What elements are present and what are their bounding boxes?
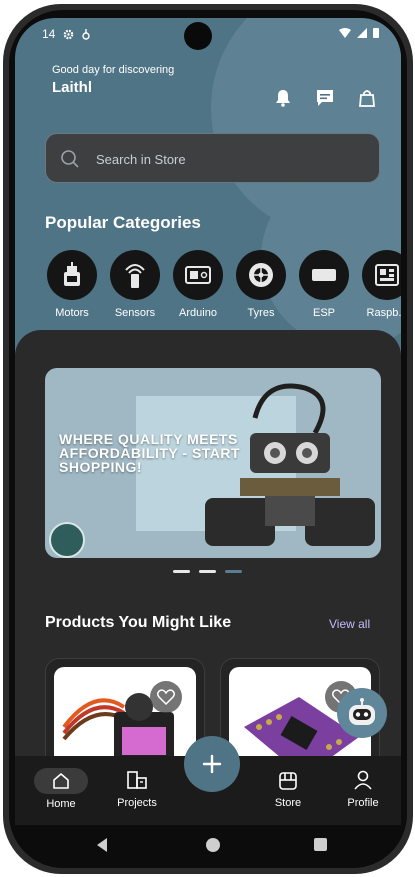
chat-icon[interactable]: [315, 88, 335, 108]
category-tyres[interactable]: Tyres: [234, 250, 288, 319]
search-bar[interactable]: [45, 133, 380, 183]
store-icon: [258, 768, 318, 792]
assistant-bot-button[interactable]: [337, 688, 387, 738]
nav-label: Store: [274, 797, 302, 809]
category-label: Motors: [55, 307, 89, 319]
status-time: 14: [42, 27, 56, 41]
status-right: [339, 27, 379, 38]
heart-icon: [157, 689, 175, 705]
category-sensors[interactable]: Sensors: [108, 250, 162, 319]
favorite-button[interactable]: [150, 681, 182, 713]
category-esp[interactable]: ESP: [297, 250, 351, 319]
signal-icon: [357, 27, 367, 38]
back-icon[interactable]: [97, 838, 107, 852]
banner-headline: WHERE QUALITY MEETS AFFORDABILITY - STAR…: [59, 431, 241, 475]
system-nav-bar: [15, 825, 401, 865]
recent-apps-icon[interactable]: [314, 838, 327, 851]
nav-active-indicator: [34, 768, 88, 794]
app-screen: 14 Good day for discovering Laithl Popul…: [15, 18, 401, 825]
raspberry-board-icon: [362, 250, 401, 300]
promo-banner[interactable]: WHERE QUALITY MEETS AFFORDABILITY - STAR…: [45, 368, 381, 558]
sensor-icon: [110, 250, 160, 300]
carousel-dot[interactable]: [199, 570, 216, 573]
projects-icon: [107, 768, 167, 792]
category-label: ESP: [312, 307, 335, 319]
status-left: 14: [42, 27, 91, 41]
nav-label: Profile: [347, 797, 379, 809]
search-icon: [61, 150, 79, 168]
category-label: Tyres: [247, 307, 275, 319]
category-motors[interactable]: Motors: [45, 250, 99, 319]
nav-home[interactable]: Home: [31, 768, 91, 810]
home-icon: [53, 773, 69, 789]
bell-icon[interactable]: [273, 88, 293, 108]
nav-label: Projects: [117, 797, 157, 809]
nav-label: Home: [46, 798, 76, 810]
notification-dot-icon: [82, 28, 91, 40]
view-all-link[interactable]: View all: [329, 617, 370, 631]
profile-icon: [333, 768, 393, 792]
nav-profile[interactable]: Profile: [333, 768, 393, 809]
category-label: Raspb...: [366, 307, 401, 319]
categories-title: Popular Categories: [45, 213, 201, 232]
search-input[interactable]: [94, 148, 348, 170]
shopping-bag-icon[interactable]: [357, 88, 377, 108]
wifi-icon: [339, 27, 351, 38]
category-raspberry[interactable]: Raspb...: [360, 250, 401, 319]
products-title: Products You Might Like: [45, 614, 232, 631]
esp-module-icon: [299, 250, 349, 300]
tyre-icon: [236, 250, 286, 300]
arduino-board-icon: [173, 250, 223, 300]
plus-icon: [202, 754, 222, 774]
settings-icon: [64, 29, 74, 39]
carousel-indicator: [173, 570, 242, 573]
store-logo: [49, 522, 85, 558]
carousel-dot[interactable]: [173, 570, 190, 573]
category-list: Motors Sensors Arduino Tyres ESP Raspb.: [45, 250, 401, 320]
home-circle-icon[interactable]: [206, 838, 220, 852]
front-camera: [184, 22, 212, 50]
nav-projects[interactable]: Projects: [107, 768, 167, 809]
carousel-dot-active[interactable]: [225, 570, 242, 573]
nav-store[interactable]: Store: [258, 768, 318, 809]
motor-icon: [47, 250, 97, 300]
battery-icon: [373, 28, 379, 38]
robot-icon: [349, 698, 375, 725]
category-label: Sensors: [114, 307, 156, 319]
username: Laithl: [52, 79, 92, 96]
add-button[interactable]: [184, 736, 240, 792]
category-label: Arduino: [179, 307, 217, 319]
category-arduino[interactable]: Arduino: [171, 250, 225, 319]
greeting-text: Good day for discovering: [52, 64, 175, 76]
